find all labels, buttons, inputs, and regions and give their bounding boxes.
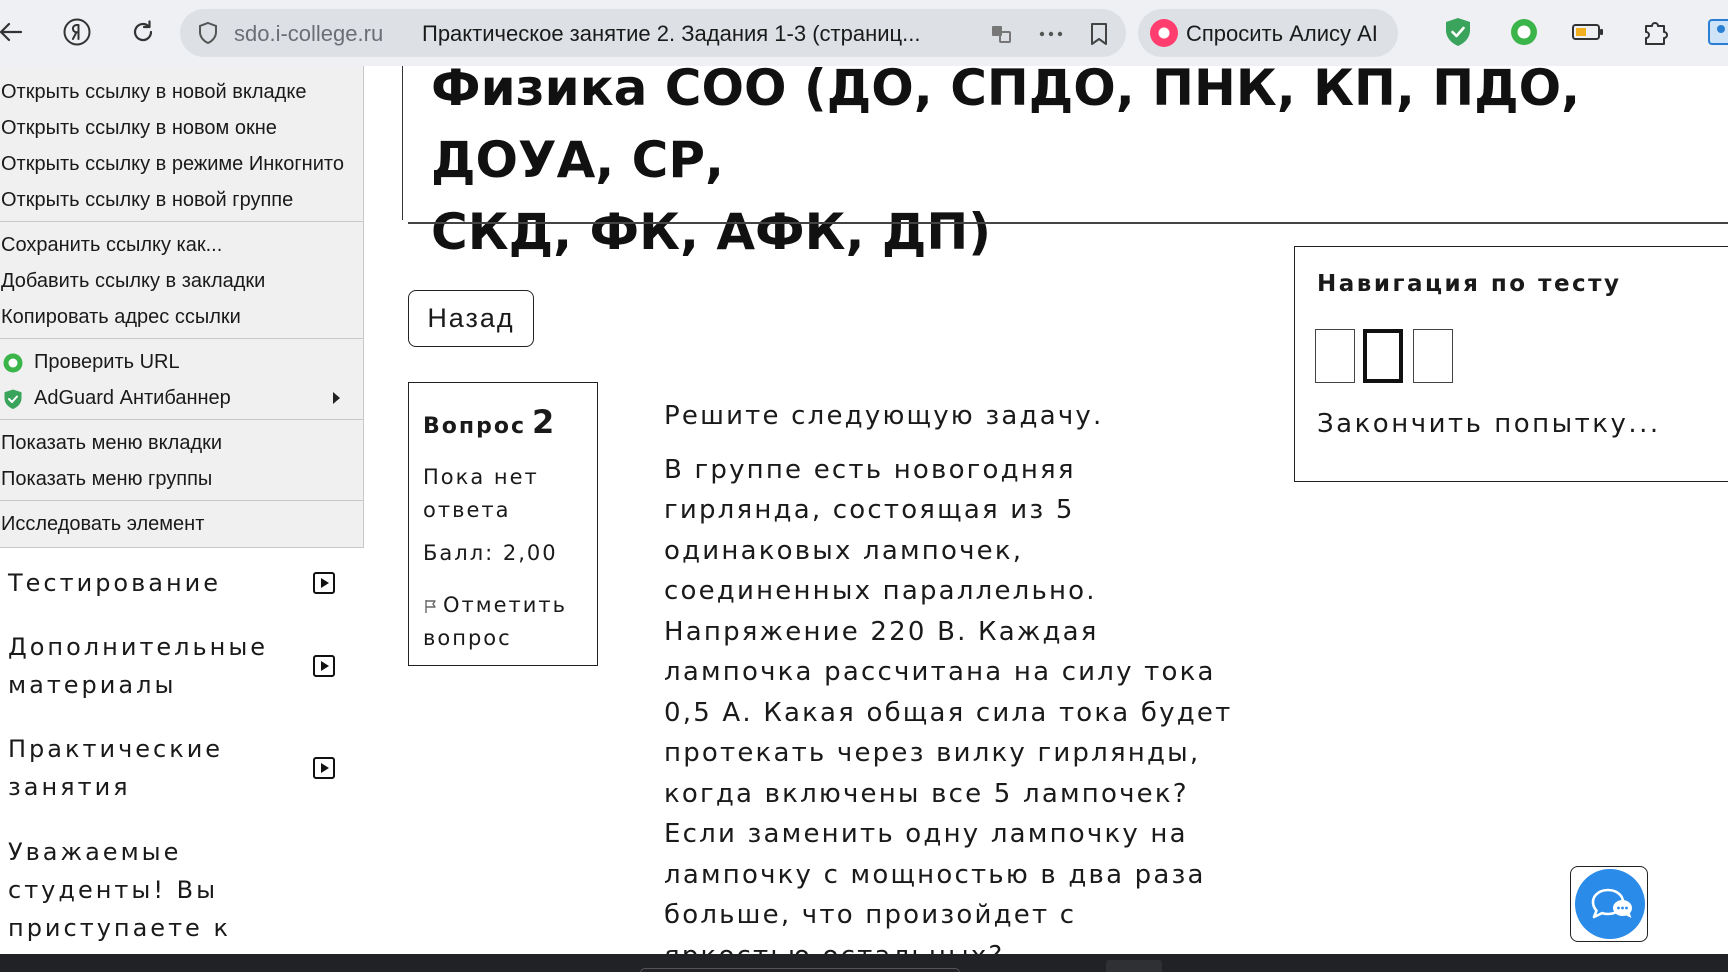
menu-open-new-group[interactable]: Открыть ссылку в новой группе bbox=[1, 184, 361, 216]
menu-adguard-antibanner[interactable]: AdGuard Антибаннер bbox=[1, 382, 361, 414]
finish-attempt-link[interactable]: Закончить попытку... bbox=[1317, 409, 1661, 439]
back-button[interactable]: Назад bbox=[408, 290, 534, 347]
sidebar-notice-text: Уважаемые студенты! Вы приступаете к вып… bbox=[8, 838, 275, 972]
sidebar-item-label: Дополнительные материалы bbox=[8, 633, 269, 699]
url-check-icon bbox=[3, 353, 23, 373]
taskbar-app[interactable] bbox=[1106, 960, 1162, 972]
menu-inspect-element[interactable]: Исследовать элемент bbox=[1, 508, 361, 540]
address-domain: sdo.i-college.ru bbox=[234, 21, 384, 46]
taskbar bbox=[0, 954, 1728, 972]
menu-copy-link-address[interactable]: Копировать адрес ссылки bbox=[1, 301, 361, 333]
question-score: Балл: 2,00 bbox=[423, 541, 558, 565]
quiz-navigation-title: Навигация по тесту bbox=[1317, 271, 1622, 297]
chat-bubbles-icon bbox=[1575, 869, 1645, 939]
nav-question-1[interactable] bbox=[1315, 329, 1355, 383]
submenu-arrow-icon bbox=[333, 392, 340, 404]
expand-testing-icon[interactable] bbox=[313, 572, 335, 594]
menu-show-group-menu[interactable]: Показать меню группы bbox=[1, 463, 361, 495]
more-dots-icon[interactable] bbox=[1038, 21, 1064, 47]
nav-question-2[interactable] bbox=[1363, 329, 1403, 383]
question-status: Пока нет ответа bbox=[423, 465, 539, 522]
alice-icon bbox=[1150, 19, 1178, 47]
menu-open-incognito[interactable]: Открыть ссылку в режиме Инкогнито bbox=[1, 148, 361, 180]
nav-question-3[interactable] bbox=[1413, 329, 1453, 383]
menu-save-link-as[interactable]: Сохранить ссылку как... bbox=[1, 229, 361, 261]
sidebar-item-label: Практические занятия bbox=[8, 735, 224, 801]
menu-check-url[interactable]: Проверить URL bbox=[1, 346, 361, 378]
translate-icon[interactable] bbox=[988, 21, 1014, 47]
quiz-navigation-block: Навигация по тесту Закончить попытку... bbox=[1294, 246, 1728, 482]
question-label: Вопрос bbox=[423, 414, 526, 439]
sidebar-item-practical-classes[interactable]: Практические занятия bbox=[8, 730, 278, 806]
tab-title: Практическое занятие 2. Задания 1-3 (стр… bbox=[422, 21, 921, 46]
address-bar[interactable]: sdo.i-college.ru Практическое занятие 2.… bbox=[180, 9, 1126, 57]
battery-icon[interactable] bbox=[1572, 16, 1604, 48]
bookmark-icon[interactable] bbox=[1086, 21, 1112, 47]
back-arrow-icon[interactable] bbox=[0, 17, 26, 47]
course-header: Физика СОО (ДО, СПДО, ПНК, КП, ПДО, ДОУА… bbox=[402, 59, 1728, 261]
menu-show-tab-menu[interactable]: Показать меню вкладки bbox=[1, 427, 361, 459]
sidebar-item-additional-materials[interactable]: Дополнительные материалы bbox=[8, 628, 278, 704]
flag-icon bbox=[425, 600, 436, 613]
context-menu: Открыть ссылку в новой вкладке Открыть с… bbox=[0, 66, 364, 548]
course-title: Физика СОО (ДО, СПДО, ПНК, КП, ПДО, ДОУА… bbox=[431, 59, 1581, 261]
yandex-logo-icon[interactable] bbox=[62, 17, 92, 47]
menu-divider bbox=[0, 221, 364, 222]
menu-divider bbox=[0, 500, 364, 501]
flag-question-label: Отметить вопрос bbox=[423, 593, 568, 650]
url-check-extension-icon[interactable] bbox=[1508, 16, 1540, 48]
question-number: 2 bbox=[532, 403, 555, 441]
question-intro: Решите следующую задачу. bbox=[664, 401, 1104, 431]
sidebar-notice[interactable]: Уважаемые студенты! Вы приступаете к вып… bbox=[8, 833, 348, 972]
menu-add-bookmark[interactable]: Добавить ссылку в закладки bbox=[1, 265, 361, 297]
menu-divider bbox=[0, 338, 364, 339]
extensions-puzzle-icon[interactable] bbox=[1640, 16, 1672, 48]
menu-open-new-tab[interactable]: Открыть ссылку в новой вкладке bbox=[1, 76, 361, 108]
question-body: Решите следующую задачу. В группе есть н… bbox=[664, 396, 1234, 972]
expand-additional-materials-icon[interactable] bbox=[313, 655, 335, 677]
menu-divider bbox=[0, 419, 364, 420]
question-heading: Вопрос 2 bbox=[423, 403, 554, 441]
header-divider bbox=[408, 222, 1728, 224]
adguard-icon bbox=[4, 389, 22, 409]
ask-alice-button[interactable]: Спросить Алису AI bbox=[1138, 9, 1398, 57]
security-shield-icon[interactable] bbox=[196, 21, 220, 45]
chat-button[interactable] bbox=[1570, 866, 1648, 942]
sidebar-item-testing[interactable]: Тестирование bbox=[8, 564, 338, 602]
sidebar-item-label: Тестирование bbox=[8, 569, 222, 597]
question-text: В группе есть новогодняя гирлянда, состо… bbox=[664, 454, 1233, 971]
adguard-shield-icon[interactable] bbox=[1442, 16, 1474, 48]
expand-practical-classes-icon[interactable] bbox=[313, 757, 335, 779]
taskbar-search[interactable] bbox=[640, 968, 960, 972]
flag-question-link[interactable]: Отметить вопрос bbox=[423, 589, 593, 655]
profile-icon[interactable] bbox=[1704, 16, 1728, 48]
question-info-card: Вопрос 2 Пока нет ответа Балл: 2,00 Отмет… bbox=[408, 382, 598, 666]
ask-alice-label: Спросить Алису AI bbox=[1186, 21, 1378, 46]
menu-open-new-window[interactable]: Открыть ссылку в новом окне bbox=[1, 112, 361, 144]
reload-icon[interactable] bbox=[128, 17, 158, 47]
